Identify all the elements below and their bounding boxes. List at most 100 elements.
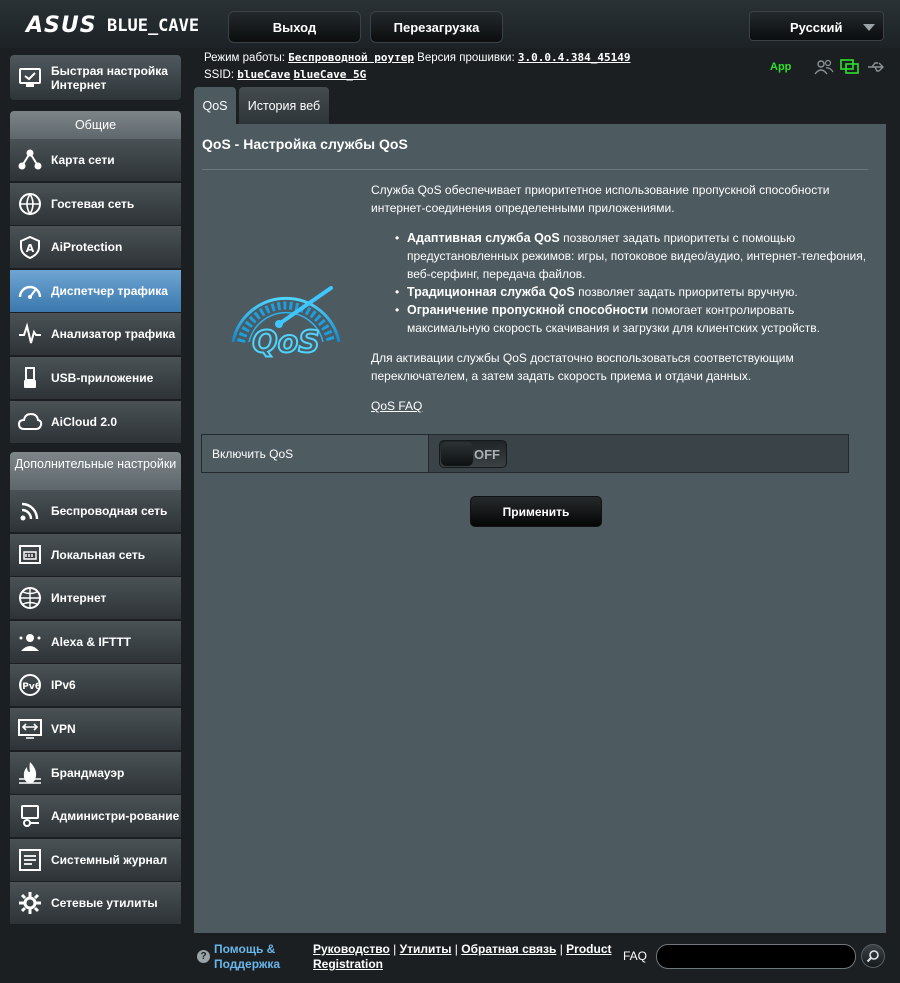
svg-text:IPv6: IPv6	[19, 682, 41, 692]
sidebar-item-label: Карта сети	[51, 153, 115, 167]
feature-item: Традиционная служба QoS позволяет задать…	[395, 283, 871, 301]
quick-setup-button[interactable]: Быстрая настройка Интернет	[10, 55, 181, 100]
sidebar-item-firewall[interactable]: Брандмауэр	[10, 751, 181, 795]
language-select[interactable]: Русский	[749, 11, 884, 41]
faq-search-input[interactable]	[656, 944, 856, 969]
toggle-knob	[441, 441, 473, 466]
faq-label: FAQ	[623, 949, 648, 963]
sidebar-item-network-tools[interactable]: Сетевые утилиты	[10, 882, 181, 926]
sidebar-item-label: VPN	[51, 722, 76, 736]
alexa-icon	[19, 633, 41, 651]
sidebar-item-usb-app[interactable]: USB-приложение	[10, 357, 181, 400]
network-status-icon[interactable]	[840, 59, 860, 75]
sidebar-item-wireless[interactable]: Беспроводная сеть	[10, 490, 181, 533]
sidebar-item-label: Системный журнал	[51, 852, 168, 867]
usb-status-icon[interactable]	[866, 59, 886, 75]
title-divider	[202, 169, 868, 170]
sidebar-item-label: Локальная сеть	[51, 547, 146, 562]
advanced-section-title: Дополнительные настройки	[10, 452, 181, 490]
sidebar-item-label: Диспетчер трафика	[51, 283, 168, 298]
sidebar-item-network-map[interactable]: Карта сети	[10, 139, 181, 182]
traffic-analyzer-icon	[19, 322, 41, 344]
sidebar-item-label: Гостевая сеть	[51, 196, 135, 211]
qos-faq-link[interactable]: QoS FAQ	[371, 399, 422, 413]
sidebar-item-aiprotection[interactable]: A AiProtection	[10, 226, 181, 270]
qos-logo-text: QoS	[252, 325, 320, 359]
toggle-state: OFF	[474, 446, 500, 462]
sidebar-item-alexa[interactable]: Alexa & IFTTT	[10, 620, 181, 664]
sidebar-item-label: Интернет	[51, 591, 107, 606]
aicloud-icon	[17, 412, 43, 430]
sidebar-item-label: USB-приложение	[51, 371, 154, 385]
ssid-5g-link[interactable]: blueCave_5G	[293, 68, 366, 81]
logout-button[interactable]: Выход	[228, 11, 361, 43]
traffic-manager-icon	[18, 285, 42, 299]
dropdown-arrow-icon	[863, 24, 875, 31]
feature-item: Адаптивная служба QoS позволяет задать п…	[395, 229, 871, 283]
aiprotection-icon: A	[20, 236, 40, 260]
sidebar-item-traffic-analyzer[interactable]: Анализатор трафика	[10, 313, 181, 357]
activation-text: Для активации службы QoS достаточно восп…	[371, 351, 794, 383]
network-map-icon	[18, 149, 42, 170]
status-info: Режим работы: Беспроводной роутер Версия…	[204, 51, 630, 85]
sidebar-item-guest-network[interactable]: Гостевая сеть	[10, 182, 181, 226]
sidebar-item-aicloud[interactable]: AiCloud 2.0	[10, 400, 181, 444]
enable-qos-label: Включить QoS	[202, 435, 429, 472]
network-tools-icon	[19, 892, 41, 915]
utilities-link[interactable]: Утилиты	[400, 942, 452, 956]
sidebar-item-wan-globe[interactable]: Интернет	[10, 577, 181, 621]
sidebar-item-label: IPv6	[51, 678, 76, 693]
sidebar-item-label: Брандмауэр	[51, 765, 125, 780]
sidebar-item-lan[interactable]: Локальная сеть	[10, 533, 181, 577]
mode-value-link[interactable]: Беспроводной роутер	[288, 51, 414, 64]
status-icons: App	[770, 58, 886, 76]
search-button[interactable]	[861, 944, 885, 968]
qos-description: Служба QoS обеспечивает приоритетное исп…	[371, 181, 871, 427]
ssid-2g-link[interactable]: blueCave	[237, 68, 290, 81]
feature-title: Традиционная служба QoS	[407, 285, 575, 299]
manual-link[interactable]: Руководство	[313, 942, 390, 956]
wan-globe-icon	[19, 587, 41, 610]
sidebar-item-syslog[interactable]: Системный журнал	[10, 838, 181, 882]
app-status-label[interactable]: App	[770, 61, 808, 73]
wireless-icon	[20, 502, 39, 521]
sidebar-item-traffic-manager[interactable]: Диспетчер трафика	[10, 269, 181, 313]
help-support-link[interactable]: Помощь & Поддержка	[214, 942, 304, 972]
svg-text:A: A	[26, 242, 35, 255]
intro-text: Служба QoS обеспечивает приоритетное исп…	[371, 183, 830, 215]
top-header: ASUS BLUE_CAVE Выход Перезагрузка Русски…	[0, 0, 900, 48]
firmware-label: Версия прошивки:	[417, 52, 515, 64]
lan-icon	[19, 544, 41, 564]
clients-icon[interactable]	[814, 59, 834, 75]
page-title: QoS - Настройка службы QoS	[202, 136, 408, 152]
enable-qos-row: Включить QoS OFF	[201, 434, 849, 473]
reboot-button[interactable]: Перезагрузка	[370, 11, 503, 43]
guest-network-icon	[19, 192, 41, 216]
help-icon: ?	[197, 950, 210, 963]
search-icon	[866, 950, 879, 963]
asus-logo: ASUS	[26, 13, 97, 38]
feature-item: Ограничение пропускной способности помог…	[395, 301, 871, 337]
tab-qos[interactable]: QoS	[194, 87, 236, 124]
footer: ? Помощь & Поддержка Руководство | Утили…	[0, 935, 900, 983]
usb-app-icon	[24, 367, 36, 388]
firmware-value-link[interactable]: 3.0.0.4.384_45149	[518, 51, 631, 64]
apply-button[interactable]: Применить	[470, 496, 602, 527]
feature-text: позволяет задать приоритеты вручную.	[574, 285, 798, 299]
feature-title: Ограничение пропускной способности	[407, 303, 649, 317]
tab-web-history[interactable]: История веб	[239, 87, 329, 124]
sidebar-item-label: Анализатор трафика	[51, 327, 176, 342]
sidebar-item-label: AiProtection	[51, 240, 123, 255]
sidebar-item-vpn[interactable]: VPN	[10, 708, 181, 751]
sidebar-item-label: Сетевые утилиты	[51, 896, 158, 911]
sidebar-item-ipv6[interactable]: IPv6 IPv6	[10, 664, 181, 708]
admin-icon	[21, 805, 39, 828]
enable-qos-toggle[interactable]: OFF	[439, 439, 507, 468]
sidebar-item-label: Администри-рование	[51, 809, 180, 824]
main-panel: QoS - Настройка службы QoS QoS Служба Qo…	[194, 124, 886, 933]
sidebar-item-admin[interactable]: Администри-рование	[10, 795, 181, 839]
feedback-link[interactable]: Обратная связь	[461, 942, 556, 956]
mode-label: Режим работы:	[204, 52, 285, 64]
sidebar-item-label: Alexa & IFTTT	[51, 634, 132, 649]
quick-setup-icon	[19, 67, 41, 87]
